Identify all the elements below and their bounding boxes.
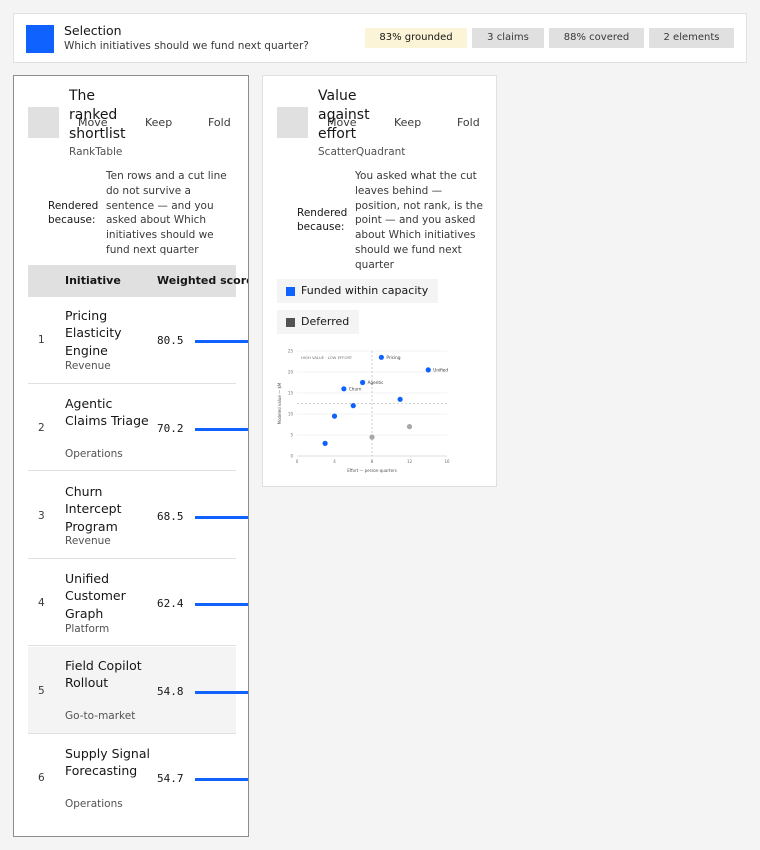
column-header-score[interactable]: Weighted score	[157, 274, 248, 287]
rendered-because-label: Rendered because:	[48, 200, 99, 226]
selection-badges: 83% grounded 3 claims 88% covered 2 elem…	[365, 28, 734, 48]
selection-icon	[26, 25, 54, 53]
row-category: Operations	[65, 798, 123, 810]
x-tick-label: 4	[333, 459, 336, 464]
y-tick-label: 10	[288, 412, 294, 417]
row-rank: 5	[38, 685, 45, 697]
x-axis-label: Effort — person-quarters	[347, 468, 397, 473]
table-row[interactable]: 4 Unified Customer Graph Platform 62.4	[28, 559, 248, 646]
score-bar	[195, 428, 248, 431]
data-point	[322, 440, 328, 446]
data-point-label: Churn	[349, 386, 362, 391]
score-bar	[195, 340, 248, 343]
row-category: Revenue	[65, 360, 111, 372]
row-score: 80.5	[157, 334, 184, 347]
row-score: 70.2	[157, 422, 184, 435]
row-initiative: Supply Signal Forecasting	[65, 746, 150, 779]
selection-question: Which initiatives should we fund next qu…	[64, 40, 309, 52]
legend-label-deferred: Deferred	[301, 315, 350, 328]
row-category: Revenue	[65, 535, 111, 547]
column-header-initiative[interactable]: Initiative	[65, 274, 121, 287]
data-point	[425, 367, 431, 373]
row-rank: 3	[38, 510, 45, 522]
legend-funded[interactable]: Funded within capacity	[277, 279, 439, 303]
grounded-badge[interactable]: 83% grounded	[365, 28, 467, 48]
y-axis-label: Modeled value — $M	[277, 382, 282, 424]
table-row[interactable]: 5 Field Copilot Rollout Go-to-market 54.…	[28, 647, 248, 734]
data-point	[341, 386, 347, 392]
data-point-label: Unified	[433, 367, 448, 372]
component-name: RankTable	[69, 146, 123, 158]
fold-button[interactable]: Fold	[457, 116, 480, 129]
row-score: 68.5	[157, 510, 184, 523]
table-row[interactable]: 6 Supply Signal Forecasting Operations 5…	[28, 735, 248, 822]
row-rank: 6	[38, 772, 45, 784]
fold-button[interactable]: Fold	[208, 116, 231, 129]
quadrant-annotation: HIGH VALUE · LOW EFFORT	[301, 355, 353, 360]
y-tick-label: 15	[288, 391, 294, 396]
data-point	[378, 354, 384, 360]
row-initiative: Unified Customer Graph	[65, 571, 126, 621]
x-tick-label: 16	[444, 459, 450, 464]
elements-badge[interactable]: 2 elements	[649, 28, 734, 48]
rank-table-card[interactable]: Move Keep Fold The ranked shortlist Rank…	[13, 75, 249, 837]
data-point-label: Agentic	[368, 380, 385, 385]
y-tick-label: 0	[290, 454, 293, 459]
row-category: Go-to-market	[65, 710, 136, 722]
row-score: 54.7	[157, 772, 184, 785]
legend-swatch-deferred	[286, 318, 295, 327]
rendered-because-reason: You asked what the cut leaves behind — p…	[355, 170, 483, 271]
data-point-label: Pricing	[386, 355, 400, 360]
data-point	[406, 424, 413, 430]
card-title: Value against effort	[318, 88, 370, 142]
table-row[interactable]: 1 Pricing Elasticity Engine Revenue 80.5	[28, 297, 248, 384]
table-row[interactable]: 2 Agentic Claims Triage Operations 70.2	[28, 384, 248, 471]
covered-badge[interactable]: 88% covered	[549, 28, 644, 48]
row-rank: 2	[38, 422, 45, 434]
x-tick-label: 8	[371, 459, 374, 464]
data-point	[350, 403, 356, 409]
score-bar	[195, 516, 248, 519]
row-rank: 4	[38, 597, 45, 609]
keep-button[interactable]: Keep	[145, 116, 172, 129]
legend-deferred[interactable]: Deferred	[277, 310, 360, 334]
data-point	[369, 434, 375, 440]
score-bar	[195, 778, 248, 781]
row-rank: 1	[38, 334, 45, 346]
row-initiative: Pricing Elasticity Engine	[65, 308, 122, 358]
row-initiative: Agentic Claims Triage	[65, 396, 149, 429]
score-bar	[195, 603, 248, 606]
keep-button[interactable]: Keep	[394, 116, 421, 129]
row-score: 62.4	[157, 597, 184, 610]
claims-badge[interactable]: 3 claims	[472, 28, 544, 48]
x-tick-label: 12	[407, 459, 413, 464]
score-bar	[195, 691, 248, 694]
table-header: Initiative Weighted score	[28, 265, 248, 297]
legend-swatch-funded	[286, 287, 295, 296]
scatter-chart[interactable]: 0 5 10 15 20 25 0 4 8 12 16 HIGH VALUE · LOW EFFORT…	[277, 346, 467, 476]
data-point	[397, 396, 403, 402]
data-point	[331, 413, 338, 419]
row-category: Operations	[65, 448, 123, 460]
data-point	[360, 379, 366, 386]
card-title: The ranked shortlist	[69, 88, 126, 142]
card-thumbnail	[277, 107, 308, 138]
selection-bar: Selection Which initiatives should we fu…	[13, 13, 747, 63]
scatter-quadrant-card[interactable]: Move Keep Fold Value against effort Scat…	[262, 75, 497, 487]
card-thumbnail	[28, 107, 59, 138]
row-category: Platform	[65, 623, 110, 635]
y-tick-label: 5	[290, 433, 293, 438]
row-initiative: Churn Intercept Program	[65, 484, 122, 534]
y-tick-label: 20	[288, 370, 294, 375]
row-initiative: Field Copilot Rollout	[65, 658, 142, 691]
rendered-because-label: Rendered because:	[297, 207, 348, 233]
row-score: 54.8	[157, 685, 184, 698]
x-tick-label: 0	[296, 459, 299, 464]
table-row[interactable]: 3 Churn Intercept Program Revenue 68.5	[28, 472, 248, 559]
y-tick-label: 25	[288, 349, 294, 354]
rendered-because-reason: Ten rows and a cut line do not survive a…	[106, 170, 227, 256]
selection-title: Selection	[64, 23, 122, 38]
component-name: ScatterQuadrant	[318, 146, 406, 158]
legend-label-funded: Funded within capacity	[301, 284, 429, 297]
